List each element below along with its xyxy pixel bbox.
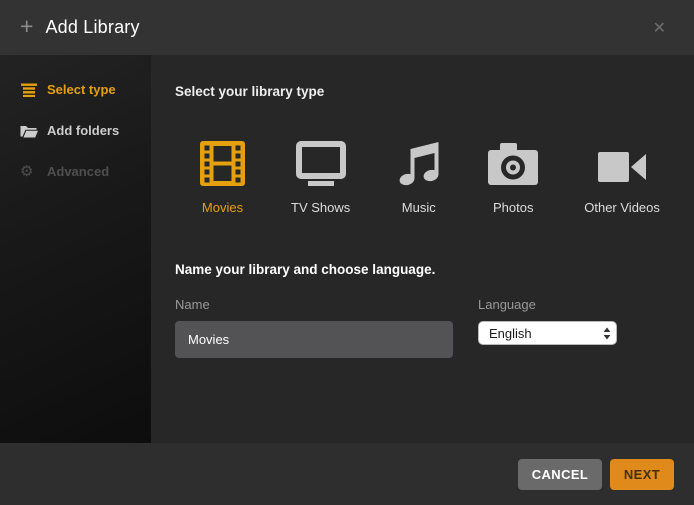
film-strip-icon — [199, 139, 246, 187]
type-option-label: Music — [402, 200, 436, 215]
list-type-icon — [20, 83, 38, 97]
camcorder-icon — [596, 139, 648, 187]
sidebar-item-label: Add folders — [47, 123, 119, 138]
type-option-music[interactable]: Music — [395, 139, 442, 215]
cancel-button[interactable]: CANCEL — [518, 459, 602, 490]
add-library-dialog: + Add Library ✕ Select type — [0, 0, 694, 505]
close-icon[interactable]: ✕ — [645, 14, 674, 42]
sidebar-item-select-type[interactable]: Select type — [0, 69, 151, 110]
sidebar-item-advanced[interactable]: ⚙ Advanced — [0, 151, 151, 192]
type-option-label: Photos — [493, 200, 533, 215]
type-option-other-videos[interactable]: Other Videos — [584, 139, 660, 215]
library-name-input[interactable] — [175, 321, 453, 358]
sidebar-item-label: Select type — [47, 82, 116, 97]
dialog-title: Add Library — [45, 17, 139, 38]
select-arrows-icon — [603, 327, 611, 340]
language-field-group: Language English — [478, 297, 617, 358]
type-option-label: Other Videos — [584, 200, 660, 215]
folder-icon — [20, 124, 38, 138]
select-type-panel: Select your library type — [151, 55, 694, 443]
sidebar-item-add-folders[interactable]: Add folders — [0, 110, 151, 151]
dialog-body: Select type Add folders ⚙ Advanced Selec… — [0, 55, 694, 443]
name-language-heading: Name your library and choose language. — [175, 262, 694, 277]
music-note-icon — [395, 139, 442, 187]
tv-icon — [294, 139, 348, 187]
next-button[interactable]: NEXT — [610, 459, 674, 490]
gear-icon: ⚙ — [20, 164, 38, 179]
name-field-group: Name — [175, 297, 453, 358]
name-language-form: Name Language English — [175, 297, 694, 358]
type-option-movies[interactable]: Movies — [199, 139, 246, 215]
language-label: Language — [478, 297, 617, 312]
language-selected-value: English — [489, 326, 532, 341]
sidebar-item-label: Advanced — [47, 164, 109, 179]
library-type-heading: Select your library type — [175, 84, 694, 99]
name-label: Name — [175, 297, 453, 312]
dialog-footer: CANCEL NEXT — [0, 443, 694, 505]
plus-icon: + — [20, 15, 33, 38]
camera-icon — [487, 139, 539, 187]
type-option-photos[interactable]: Photos — [487, 139, 539, 215]
type-option-label: Movies — [202, 200, 243, 215]
type-option-label: TV Shows — [291, 200, 350, 215]
library-type-row: Movies TV Shows — [175, 139, 694, 215]
dialog-header: + Add Library ✕ — [0, 0, 694, 55]
type-option-tv-shows[interactable]: TV Shows — [291, 139, 350, 215]
wizard-steps-sidebar: Select type Add folders ⚙ Advanced — [0, 55, 151, 443]
language-select[interactable]: English — [478, 321, 617, 345]
